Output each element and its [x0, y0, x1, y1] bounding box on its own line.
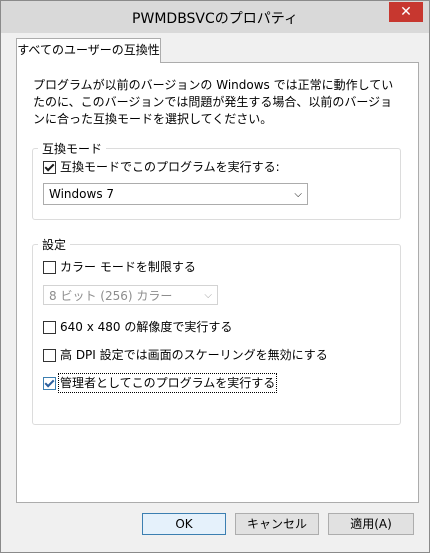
compat-mode-group: 互換モード 互換モードでこのプログラムを実行する: Windows 7 ⌵ [32, 140, 401, 220]
settings-group: 設定 カラー モードを制限する 8 ビット (256) カラー ⌵ 640 x … [32, 236, 401, 425]
chevron-down-icon: ⌵ [294, 189, 302, 200]
compat-mode-checkbox[interactable]: 互換モードでこのプログラムを実行する: [43, 159, 280, 175]
description-text: プログラムが以前のバージョンの Windows では正常に動作していたのに、この… [33, 78, 394, 126]
window-title: PWMDBSVCのプロパティ [132, 11, 298, 27]
compat-os-value: Windows 7 [49, 187, 115, 201]
run-as-admin-label: 管理者としてこのプログラムを実行する [57, 373, 278, 393]
properties-dialog: PWMDBSVCのプロパティ ✕ すべてのユーザーの互換性 プログラムが以前のバ… [0, 0, 430, 553]
color-depth-select: 8 ビット (256) カラー ⌵ [43, 285, 218, 305]
color-depth-value: 8 ビット (256) カラー [49, 289, 173, 303]
close-icon: ✕ [400, 4, 412, 20]
run-as-admin-checkbox[interactable]: 管理者としてこのプログラムを実行する [43, 373, 278, 393]
color-mode-label: カラー モードを制限する [60, 260, 196, 274]
checkbox-unchecked-icon [43, 348, 56, 362]
title-bar: PWMDBSVCのプロパティ ✕ [1, 1, 429, 33]
cancel-button[interactable]: キャンセル [235, 513, 319, 535]
tab-panel: プログラムが以前のバージョンの Windows では正常に動作していたのに、この… [16, 62, 419, 503]
resolution-checkbox[interactable]: 640 x 480 の解像度で実行する [43, 319, 232, 335]
checkbox-checked-icon [43, 160, 56, 174]
compat-os-select[interactable]: Windows 7 ⌵ [43, 183, 308, 205]
settings-group-label: 設定 [38, 236, 71, 253]
color-mode-checkbox[interactable]: カラー モードを制限する [43, 259, 196, 275]
dpi-scaling-checkbox[interactable]: 高 DPI 設定では画面のスケーリングを無効にする [43, 347, 328, 363]
apply-button[interactable]: 適用(A) [328, 513, 414, 535]
checkbox-unchecked-icon [43, 260, 56, 274]
resolution-label: 640 x 480 の解像度で実行する [60, 320, 233, 334]
compat-mode-label: 互換モードでこのプログラムを実行する: [60, 160, 280, 174]
compat-mode-group-label: 互換モード [38, 140, 107, 157]
checkbox-checked-icon [43, 376, 56, 390]
dpi-scaling-label: 高 DPI 設定では画面のスケーリングを無効にする [60, 348, 328, 362]
tab-all-users-compatibility[interactable]: すべてのユーザーの互換性 [16, 38, 161, 63]
close-button[interactable]: ✕ [389, 2, 423, 22]
chevron-down-icon: ⌵ [204, 290, 212, 301]
checkbox-unchecked-icon [43, 320, 56, 334]
ok-button[interactable]: OK [142, 513, 226, 535]
